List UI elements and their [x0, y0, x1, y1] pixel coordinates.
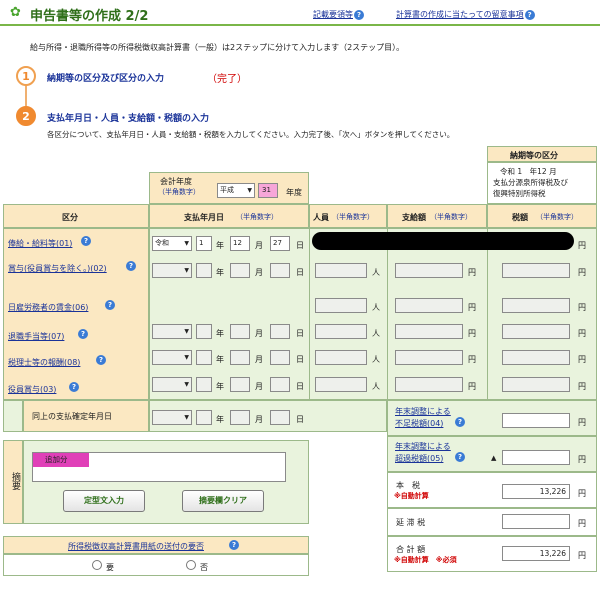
jin-input[interactable]	[315, 350, 367, 365]
step2-title: 支払年月日・人員・支給額・税額の入力	[47, 114, 210, 124]
fusoku-label[interactable]: 年末調整による	[395, 406, 451, 417]
zei-input[interactable]	[502, 324, 570, 339]
clear-button[interactable]: 摘要欄クリア	[182, 490, 264, 512]
zei-input[interactable]	[502, 298, 570, 313]
kakou-input[interactable]	[502, 450, 570, 465]
jin-input[interactable]	[315, 263, 367, 278]
shi-input[interactable]	[395, 377, 463, 392]
fiscal-era-select[interactable]: 平成	[217, 183, 255, 198]
day-input[interactable]	[270, 350, 290, 365]
month-input[interactable]	[230, 410, 250, 425]
jin-input[interactable]	[315, 377, 367, 392]
page-title: 申告書等の作成 2/2	[30, 9, 149, 24]
help-icon[interactable]: ?	[69, 382, 79, 392]
tekiyo-tag: 追加分	[33, 453, 89, 467]
shi-input[interactable]	[395, 324, 463, 339]
day-input[interactable]	[270, 263, 290, 278]
kakou-label[interactable]: 年末調整による	[395, 441, 451, 452]
day-input[interactable]: 27	[270, 236, 290, 251]
row-label[interactable]: 俸給・給料等(01)	[8, 238, 72, 249]
entai-input[interactable]	[502, 514, 570, 529]
intro-text: 給与所得・退職所得等の所得税徴収高計算書（一般）は2ステップに分けて入力します（…	[30, 43, 405, 52]
era-select[interactable]	[152, 377, 192, 392]
fiscal-label: 会計年度	[160, 177, 192, 186]
send-yes-radio[interactable]	[92, 560, 102, 570]
col-date	[149, 204, 309, 228]
month-input[interactable]	[230, 377, 250, 392]
fusoku-input[interactable]	[502, 413, 570, 428]
shi-input[interactable]	[395, 350, 463, 365]
send-no-radio[interactable]	[186, 560, 196, 570]
send-title[interactable]: 所得税徴収高計算書用紙の送付の要否	[68, 541, 204, 552]
month-input[interactable]	[230, 350, 250, 365]
era-select[interactable]	[152, 263, 192, 278]
guide-link[interactable]: 記載要領等?	[313, 9, 364, 20]
leaf-icon: ✿	[10, 5, 21, 20]
step1-status: （完了）	[207, 74, 247, 85]
shi-input[interactable]	[395, 298, 463, 313]
shi-input[interactable]	[395, 263, 463, 278]
row-label[interactable]: 税理士等の報酬(08)	[8, 357, 80, 368]
help-icon: ?	[354, 9, 364, 20]
help-icon[interactable]: ?	[78, 329, 88, 339]
jin-input[interactable]	[315, 324, 367, 339]
data-area-bg	[149, 228, 597, 400]
row-label[interactable]: 役員賞与(03)	[8, 384, 56, 395]
step1-icon: 1	[16, 66, 36, 86]
row-label[interactable]: 日雇労務者の賃金(06)	[8, 302, 88, 313]
kubun-col-bg	[3, 228, 149, 400]
year-input[interactable]	[196, 324, 212, 339]
day-input[interactable]	[270, 377, 290, 392]
zei-input[interactable]	[502, 350, 570, 365]
honzei-value: 13,226	[502, 484, 570, 499]
step1-title: 納期等の区分及び区分の入力	[47, 74, 165, 84]
notes-link[interactable]: 計算書の作成に当たっての留意事項?	[396, 9, 535, 20]
day-input[interactable]	[270, 410, 290, 425]
fiscal-year-input[interactable]: 31	[258, 183, 278, 198]
help-icon[interactable]: ?	[455, 417, 465, 427]
help-icon[interactable]: ?	[105, 300, 115, 310]
era-select[interactable]	[152, 324, 192, 339]
year-input[interactable]	[196, 410, 212, 425]
year-input[interactable]	[196, 263, 212, 278]
template-button[interactable]: 定型文入力	[63, 490, 145, 512]
gokei-value: 13,226	[502, 546, 570, 561]
step2-desc: 各区分について、支払年月日・人員・支給額・税額を入力してください。入力完了後、「…	[47, 130, 455, 139]
day-input[interactable]	[270, 324, 290, 339]
help-icon[interactable]: ?	[229, 540, 239, 550]
month-input[interactable]	[230, 324, 250, 339]
year-input[interactable]: 1	[196, 236, 212, 251]
zei-input[interactable]	[502, 263, 570, 278]
help-icon[interactable]: ?	[455, 452, 465, 462]
month-input[interactable]: 12	[230, 236, 250, 251]
era-select[interactable]: 令和	[152, 236, 192, 251]
redaction-bar	[312, 232, 574, 250]
jin-input[interactable]	[315, 298, 367, 313]
help-icon: ?	[524, 9, 535, 20]
era-select[interactable]	[152, 350, 192, 365]
month-input[interactable]	[230, 263, 250, 278]
year-input[interactable]	[196, 377, 212, 392]
zei-input[interactable]	[502, 377, 570, 392]
era-select[interactable]	[152, 410, 192, 425]
step2-icon: 2	[16, 106, 36, 126]
help-icon[interactable]: ?	[96, 355, 106, 365]
help-icon[interactable]: ?	[126, 261, 136, 271]
year-input[interactable]	[196, 350, 212, 365]
help-icon[interactable]: ?	[81, 236, 91, 246]
row-label[interactable]: 退職手当等(07)	[8, 331, 64, 342]
row-label[interactable]: 賞与(役員賞与を除く。)(02)	[8, 263, 107, 274]
row-label: 同上の支払確定年月日	[32, 412, 112, 421]
